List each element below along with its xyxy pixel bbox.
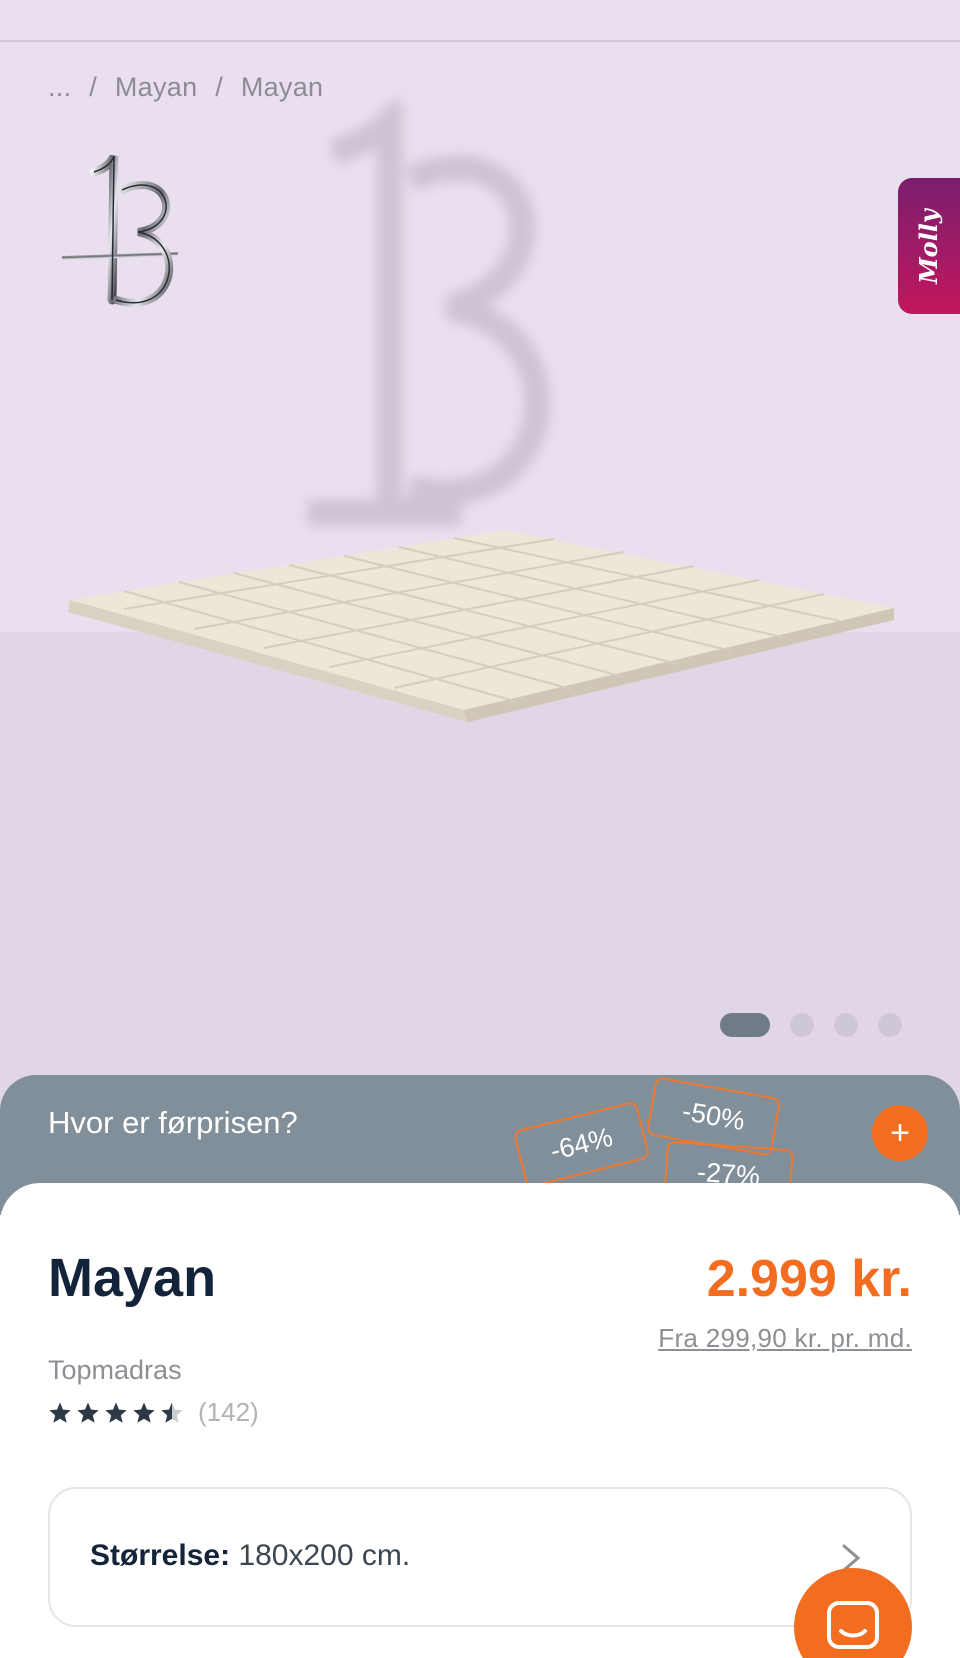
star-icon <box>77 1402 99 1423</box>
product-category: Topmadras <box>48 1355 182 1385</box>
product-image-carousel[interactable]: ... / Mayan / Mayan Molly <box>0 0 960 1120</box>
breadcrumb-ellipsis[interactable]: ... <box>48 72 71 102</box>
carousel-dot[interactable] <box>834 1013 858 1037</box>
breadcrumb: ... / Mayan / Mayan <box>48 72 333 103</box>
breadcrumb-item-product[interactable]: Mayan <box>241 72 324 102</box>
molly-side-tab[interactable]: Molly <box>898 178 960 314</box>
star-icon <box>161 1402 183 1423</box>
breadcrumb-separator: / <box>89 72 98 102</box>
carousel-dot-active[interactable] <box>720 1013 770 1037</box>
expand-prior-price-button[interactable]: + <box>872 1105 928 1161</box>
carousel-indicator <box>720 1013 902 1037</box>
brand-logo-13 <box>61 154 179 307</box>
installment-link[interactable]: Fra 299,90 kr. pr. md. <box>658 1323 912 1354</box>
review-count: (142) <box>198 1397 259 1427</box>
breadcrumb-separator: / <box>215 72 224 102</box>
size-selector[interactable]: Størrelse: 180x200 cm. <box>48 1487 912 1627</box>
chat-icon <box>827 1601 879 1649</box>
rating-stars <box>48 1401 188 1425</box>
product-price: 2.999 kr. <box>706 1250 912 1308</box>
size-selector-text: Størrelse: 180x200 cm. <box>90 1539 410 1573</box>
header-divider <box>0 40 960 42</box>
discount-tag: -64% <box>512 1100 651 1189</box>
brand-logo-backdrop <box>307 100 551 526</box>
breadcrumb-item-category[interactable]: Mayan <box>115 72 198 102</box>
product-title: Mayan <box>48 1248 217 1308</box>
star-icon <box>133 1402 155 1423</box>
star-icon <box>105 1402 127 1423</box>
carousel-dot[interactable] <box>878 1013 902 1037</box>
carousel-dot[interactable] <box>790 1013 814 1037</box>
molly-tab-label: Molly <box>913 208 943 284</box>
prior-price-question: Hvor er førprisen? <box>48 1105 298 1140</box>
plus-icon: + <box>890 1114 910 1152</box>
star-icon <box>49 1402 71 1423</box>
product-rating[interactable]: (142) <box>48 1397 259 1428</box>
size-label: Størrelse: <box>90 1539 231 1572</box>
mattress-image <box>68 530 894 722</box>
size-value: 180x200 cm. <box>238 1539 411 1572</box>
